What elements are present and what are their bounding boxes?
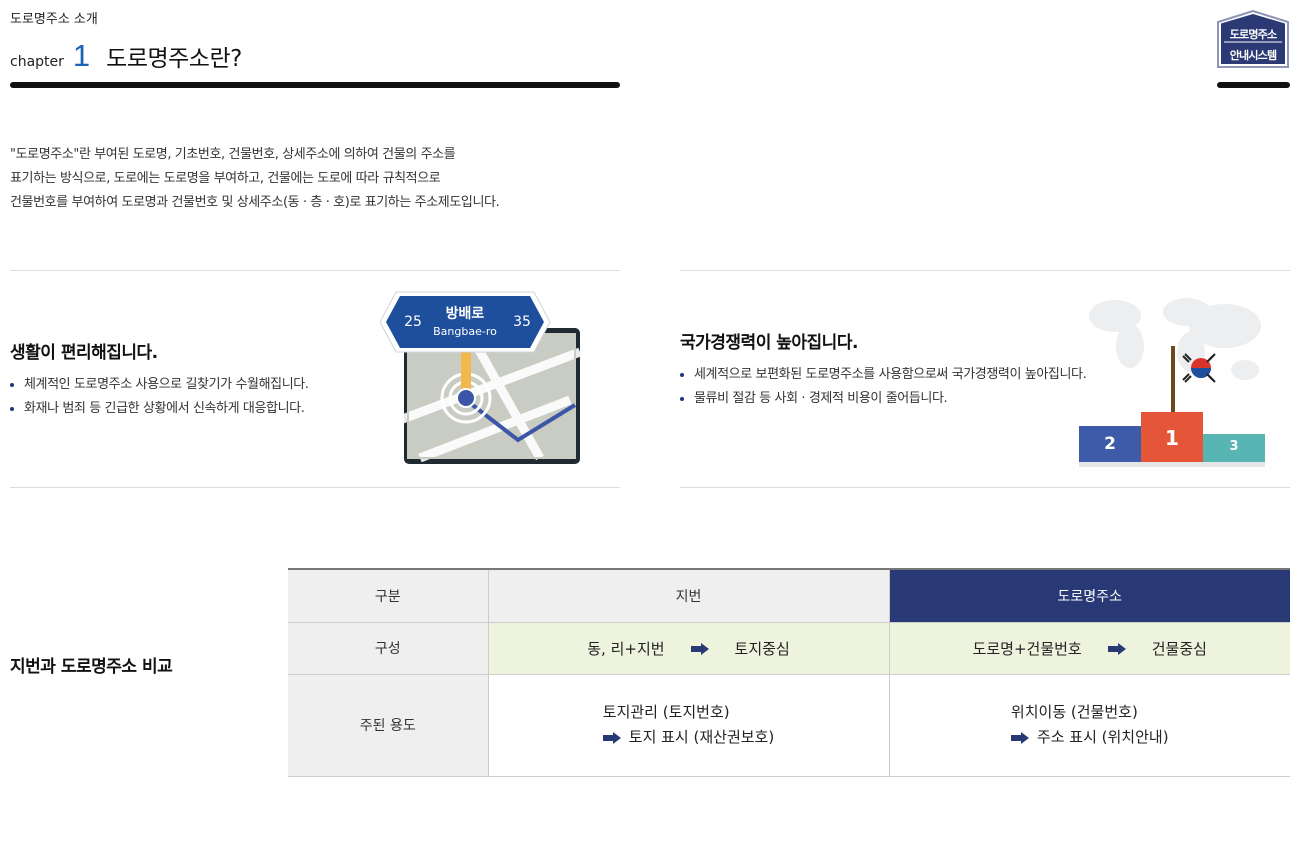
chapter-number: 1 xyxy=(72,38,91,73)
list-item: 화재나 범죄 등 긴급한 상황에서 신속하게 대응합니다. xyxy=(10,397,309,421)
comparison-table: 구분 지번 도로명주소 구성 동, 리+지번 토지중심 도로명+건물번호 건물중심 … xyxy=(288,568,1290,777)
cell-jibeon-composition: 동, 리+지번 토지중심 xyxy=(488,622,890,675)
cell-text: 토지 표시 (재산권보호) xyxy=(628,728,775,746)
chapter-label: chapter xyxy=(10,54,64,70)
usage-line: 토지 표시 (재산권보호) xyxy=(602,725,775,750)
sign-road-name: 방배로 xyxy=(445,306,485,322)
header-category: 구분 xyxy=(288,569,489,623)
benefit-list-competitiveness: 세계적으로 보편화된 도로명주소를 사용함으로써 국가경쟁력이 높아집니다. 물… xyxy=(680,363,1087,411)
usage-block: 위치이동 (건물번호) 주소 표시 (위치안내) xyxy=(1010,700,1169,750)
table-row: 구성 동, 리+지번 토지중심 도로명+건물번호 건물중심 xyxy=(288,622,1290,675)
list-item: 물류비 절감 등 사회 · 경제적 비용이 줄어듭니다. xyxy=(680,387,1086,411)
usage-line: 주소 표시 (위치안내) xyxy=(1010,725,1169,750)
divider xyxy=(680,487,1290,488)
cell-text: 토지중심 xyxy=(734,639,790,658)
comparison-title: 지번과 도로명주소 비교 xyxy=(10,657,173,677)
badge-line-2: 안내시스템 xyxy=(1229,49,1277,62)
row-label-composition: 구성 xyxy=(288,622,489,675)
intro-paragraph: "도로명주소"란 부여된 도로명, 기초번호, 건물번호, 상세주소에 의하여 … xyxy=(10,143,500,215)
podium-second-label: 2 xyxy=(1104,434,1116,454)
breadcrumb: 도로명주소 소개 xyxy=(10,12,98,27)
divider xyxy=(10,270,620,271)
sign-right-number: 35 xyxy=(513,314,531,330)
divider xyxy=(10,487,620,488)
benefit-title-competitiveness: 국가경쟁력이 높아집니다. xyxy=(680,333,858,353)
sign-left-number: 25 xyxy=(404,314,422,330)
divider xyxy=(680,270,1290,271)
arrow-right-icon xyxy=(690,643,709,655)
cell-road-usage: 위치이동 (건물번호) 주소 표시 (위치안내) xyxy=(889,674,1290,777)
navigation-illustration: 방배로 Bangbae-ro 25 35 xyxy=(379,290,585,468)
arrow-right-icon xyxy=(1010,731,1029,744)
intro-line: "도로명주소"란 부여된 도로명, 기초번호, 건물번호, 상세주소에 의하여 … xyxy=(10,147,456,162)
cell-text: 건물중심 xyxy=(1151,639,1207,658)
title-underline xyxy=(10,82,620,88)
header-road-address: 도로명주소 xyxy=(889,569,1290,623)
cell-text: 주소 표시 (위치안내) xyxy=(1036,728,1169,746)
intro-line: 건물번호를 부여하여 도로명과 건물번호 및 상세주소(동 · 층 · 호)로 … xyxy=(10,195,500,210)
list-item: 세계적으로 보편화된 도로명주소를 사용함으로써 국가경쟁력이 높아집니다. xyxy=(680,363,1087,387)
list-item: 체계적인 도로명주소 사용으로 길찾기가 수월해집니다. xyxy=(10,373,309,397)
cell-text: 위치이동 (건물번호) xyxy=(1010,703,1138,721)
page-title: 도로명주소란? xyxy=(106,46,242,72)
cell-jibeon-usage: 토지관리 (토지번호) 토지 표시 (재산권보호) xyxy=(488,674,890,777)
benefit-list-convenience: 체계적인 도로명주소 사용으로 길찾기가 수월해집니다. 화재나 범죄 등 긴급… xyxy=(10,373,309,421)
cell-road-composition: 도로명+건물번호 건물중심 xyxy=(889,622,1290,675)
road-address-system-logo[interactable]: 도로명주소 안내시스템 xyxy=(1216,10,1290,70)
row-label-usage: 주된 용도 xyxy=(288,674,489,777)
table-row: 주된 용도 토지관리 (토지번호) 토지 표시 (재산권보호) 위치이동 (건물… xyxy=(288,674,1290,777)
usage-block: 토지관리 (토지번호) 토지 표시 (재산권보호) xyxy=(602,700,775,750)
podium-illustration: 2 1 3 xyxy=(1075,288,1270,470)
badge-underline xyxy=(1217,82,1290,88)
cell-text: 동, 리+지번 xyxy=(587,639,665,658)
arrow-right-icon xyxy=(602,731,621,744)
badge-line-1: 도로명주소 xyxy=(1229,28,1277,41)
benefit-title-convenience: 생활이 편리해집니다. xyxy=(10,343,158,363)
sign-road-name-en: Bangbae-ro xyxy=(433,325,497,338)
chapter-heading: chapter 1 도로명주소란? xyxy=(10,38,242,78)
intro-line: 표기하는 방식으로, 도로에는 도로명을 부여하고, 건물에는 도로에 따라 규… xyxy=(10,171,441,186)
podium-first-label: 1 xyxy=(1165,426,1179,450)
cell-text: 토지관리 (토지번호) xyxy=(602,703,730,721)
podium-third-label: 3 xyxy=(1229,439,1239,454)
table-header-row: 구분 지번 도로명주소 xyxy=(288,569,1290,623)
arrow-right-icon xyxy=(1107,643,1126,655)
header-jibeon: 지번 xyxy=(488,569,890,623)
cell-text: 도로명+건물번호 xyxy=(972,639,1082,658)
